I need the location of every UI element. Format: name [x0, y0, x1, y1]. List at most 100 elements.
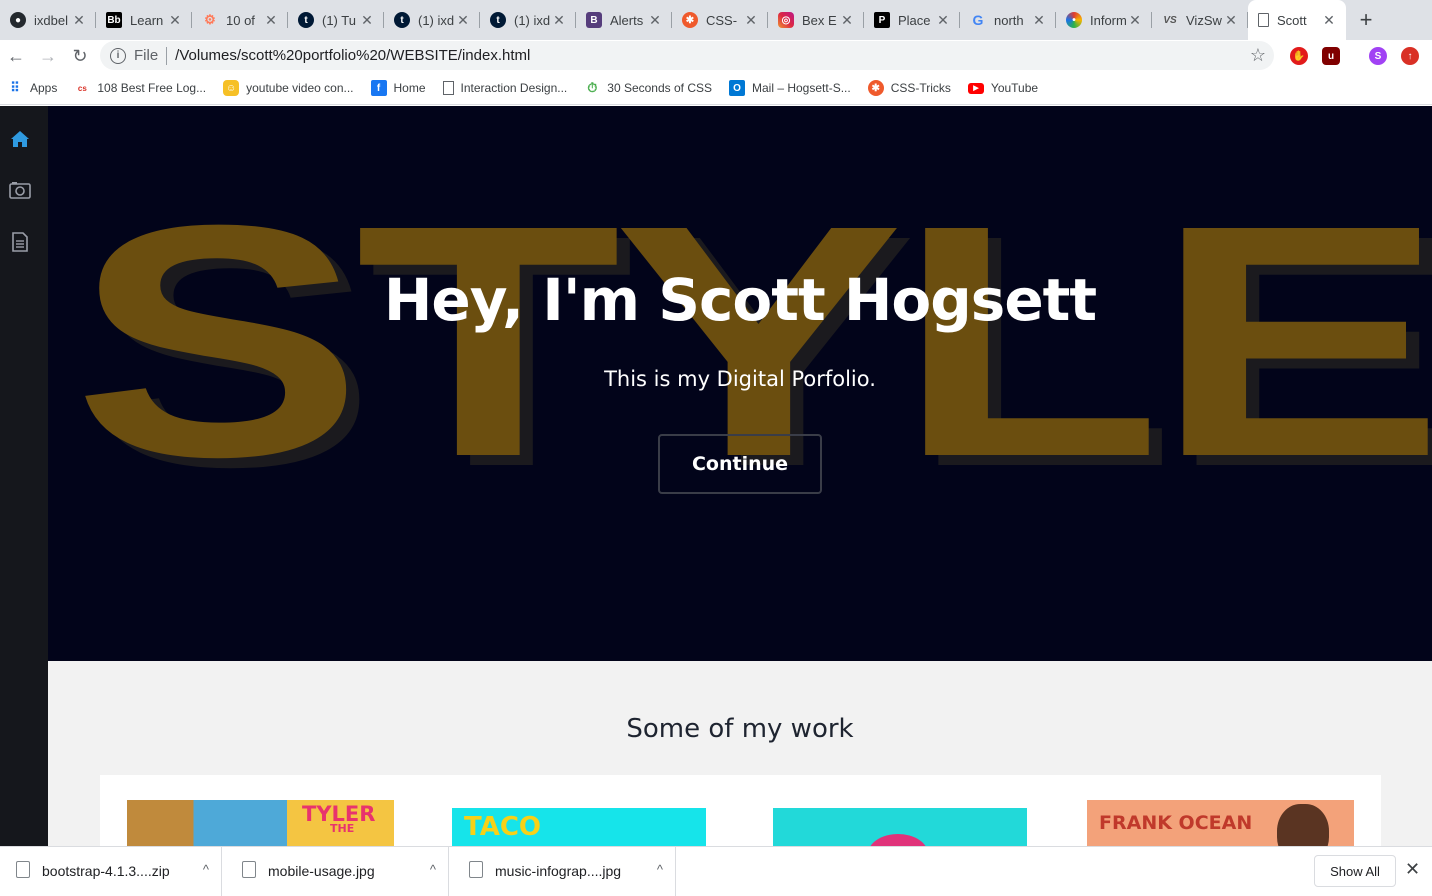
tab-title: 10 of — [226, 12, 255, 28]
continue-button[interactable]: Continue — [658, 434, 822, 494]
bookmark-label: Interaction Design... — [460, 81, 568, 95]
close-icon[interactable]: ✕ — [1032, 12, 1046, 29]
profile-avatar[interactable]: S — [1369, 47, 1387, 65]
bookmark-apps[interactable]: ⠿ Apps — [7, 80, 57, 96]
chevron-up-icon[interactable]: ^ — [203, 862, 209, 877]
tab-infogram[interactable]: • Inform ✕ — [1056, 0, 1152, 40]
tab-scott[interactable]: Scott ✕ — [1248, 0, 1346, 40]
bookmark-youtube-video[interactable]: ☺ youtube video con... — [223, 80, 354, 96]
close-icon[interactable]: ✕ — [360, 12, 374, 29]
close-icon[interactable]: ✕ — [552, 12, 566, 29]
download-item[interactable]: mobile-usage.jpg ^ — [222, 846, 449, 896]
image-file-icon — [242, 860, 256, 878]
reload-button[interactable]: ↻ — [64, 40, 96, 72]
blackboard-icon: Bb — [106, 12, 122, 28]
close-icon[interactable]: ✕ — [168, 12, 182, 29]
tab-tumblr-3[interactable]: t (1) ixd ✕ — [480, 0, 576, 40]
address-url[interactable]: /Volumes/scott%20portfolio%20/WEBSITE/in… — [175, 47, 530, 64]
tab-instagram[interactable]: ◎ Bex E ✕ — [768, 0, 864, 40]
hubspot-icon: ⚙ — [204, 12, 216, 27]
chevron-up-icon[interactable]: ^ — [657, 862, 663, 877]
close-icon[interactable]: ✕ — [72, 12, 86, 29]
tumblr-icon: t — [394, 12, 410, 28]
bookmark-label: CSS-Tricks — [890, 81, 951, 95]
document-icon — [1258, 13, 1269, 27]
placeit-icon: P — [874, 12, 890, 28]
show-all-button[interactable]: Show All — [1314, 855, 1396, 887]
back-button[interactable]: ← — [0, 40, 32, 72]
download-item[interactable]: bootstrap-4.1.3....zip ^ — [0, 846, 222, 896]
bookmark-interaction-design[interactable]: Interaction Design... — [442, 81, 568, 95]
bookmark-mail[interactable]: O Mail – Hogsett-S... — [729, 80, 851, 96]
address-bar[interactable]: i File /Volumes/scott%20portfolio%20/WEB… — [100, 41, 1274, 70]
tab-bootstrap[interactable]: B Alerts ✕ — [576, 0, 672, 40]
adblock-icon[interactable]: ✋ — [1290, 47, 1308, 65]
bookmark-logos[interactable]: cs 108 Best Free Log... — [74, 80, 206, 96]
bootstrap-icon: B — [586, 12, 602, 28]
tumblr-icon: t — [298, 12, 314, 28]
close-icon[interactable]: ✕ — [744, 12, 758, 29]
page-icon — [442, 81, 454, 95]
forward-button[interactable]: → — [32, 40, 64, 72]
address-divider — [166, 46, 168, 65]
chevron-up-icon[interactable]: ^ — [430, 862, 436, 877]
download-filename: bootstrap-4.1.3....zip — [42, 863, 170, 879]
thumb-caption: THE — [330, 822, 355, 835]
info-icon[interactable]: i — [110, 47, 126, 64]
home-icon[interactable] — [9, 128, 31, 150]
address-scheme: File — [134, 47, 159, 64]
bookmark-label: YouTube — [990, 81, 1039, 95]
tab-title: Place — [898, 12, 931, 28]
hero-section: STYLE Hey, I'm Scott Hogsett This is my … — [48, 106, 1432, 661]
thumb-figure — [1277, 804, 1329, 846]
tab-css-tricks[interactable]: ✱ CSS- ✕ — [672, 0, 768, 40]
youtube-icon: ▶ — [967, 82, 984, 94]
bookmark-youtube[interactable]: ▶ YouTube — [967, 81, 1039, 95]
vizsweet-icon: VS — [1163, 14, 1177, 26]
work-thumb-taco[interactable]: TACO — [452, 808, 706, 846]
tab-placeit[interactable]: P Place ✕ — [864, 0, 960, 40]
bookmark-label: Home — [393, 81, 426, 95]
close-icon[interactable]: ✕ — [840, 12, 854, 29]
ublock-icon[interactable]: u — [1322, 47, 1340, 65]
close-icon[interactable]: ✕ — [1322, 12, 1336, 29]
bookmark-home[interactable]: f Home — [370, 80, 426, 96]
close-icon[interactable]: ✕ — [456, 12, 470, 29]
close-icon[interactable]: ✕ — [264, 12, 278, 29]
close-icon[interactable]: ✕ — [1128, 12, 1142, 29]
tumblr-icon: t — [490, 12, 506, 28]
bookmarks-bar: ⠿ Apps cs 108 Best Free Log... ☺ youtube… — [0, 72, 1432, 105]
tab-vizsweet[interactable]: VS VizSw ✕ — [1152, 0, 1248, 40]
close-icon[interactable]: ✕ — [1405, 859, 1420, 880]
tab-github[interactable]: ● ixdbel ✕ — [0, 0, 96, 40]
browser-toolbar: ← → ↻ i File /Volumes/scott%20portfolio%… — [0, 40, 1432, 72]
bookmark-css-tricks[interactable]: ✱ CSS-Tricks — [867, 80, 951, 96]
close-icon[interactable]: ✕ — [648, 12, 662, 29]
tab-tumblr-1[interactable]: t (1) Tu ✕ — [288, 0, 384, 40]
tab-title: (1) ixd — [418, 12, 455, 28]
page-viewport: STYLE Hey, I'm Scott Hogsett This is my … — [0, 106, 1432, 846]
tab-hubspot[interactable]: ⚙ 10 of ✕ — [192, 0, 288, 40]
update-icon[interactable]: ↑ — [1401, 47, 1419, 65]
close-icon[interactable]: ✕ — [936, 12, 950, 29]
document-icon[interactable] — [9, 231, 31, 253]
download-filename: mobile-usage.jpg — [268, 863, 375, 879]
close-icon[interactable]: ✕ — [1224, 12, 1238, 29]
facebook-icon: f — [370, 80, 387, 96]
tab-google[interactable]: G north ✕ — [960, 0, 1056, 40]
new-tab-button[interactable]: + — [1346, 0, 1386, 40]
work-thumb-pink[interactable] — [773, 808, 1027, 846]
tab-title: Scott — [1277, 12, 1307, 28]
work-heading: Some of my work — [626, 714, 854, 744]
tab-tumblr-2[interactable]: t (1) ixd ✕ — [384, 0, 480, 40]
work-thumb-tyler[interactable]: TYLER THE — [127, 800, 394, 846]
bookmark-label: youtube video con... — [246, 81, 354, 95]
bookmark-star-icon[interactable]: ☆ — [1250, 45, 1266, 66]
tab-learn[interactable]: Bb Learn ✕ — [96, 0, 192, 40]
bookmark-30-seconds-css[interactable]: ⏱ 30 Seconds of CSS — [584, 80, 712, 96]
download-item[interactable]: music-infograp....jpg ^ — [449, 846, 676, 896]
file-icon — [16, 860, 30, 878]
css-tricks-icon: ✱ — [682, 12, 698, 28]
camera-icon[interactable] — [9, 179, 31, 201]
work-thumb-frank-ocean[interactable]: FRANK OCEAN — [1087, 800, 1354, 846]
